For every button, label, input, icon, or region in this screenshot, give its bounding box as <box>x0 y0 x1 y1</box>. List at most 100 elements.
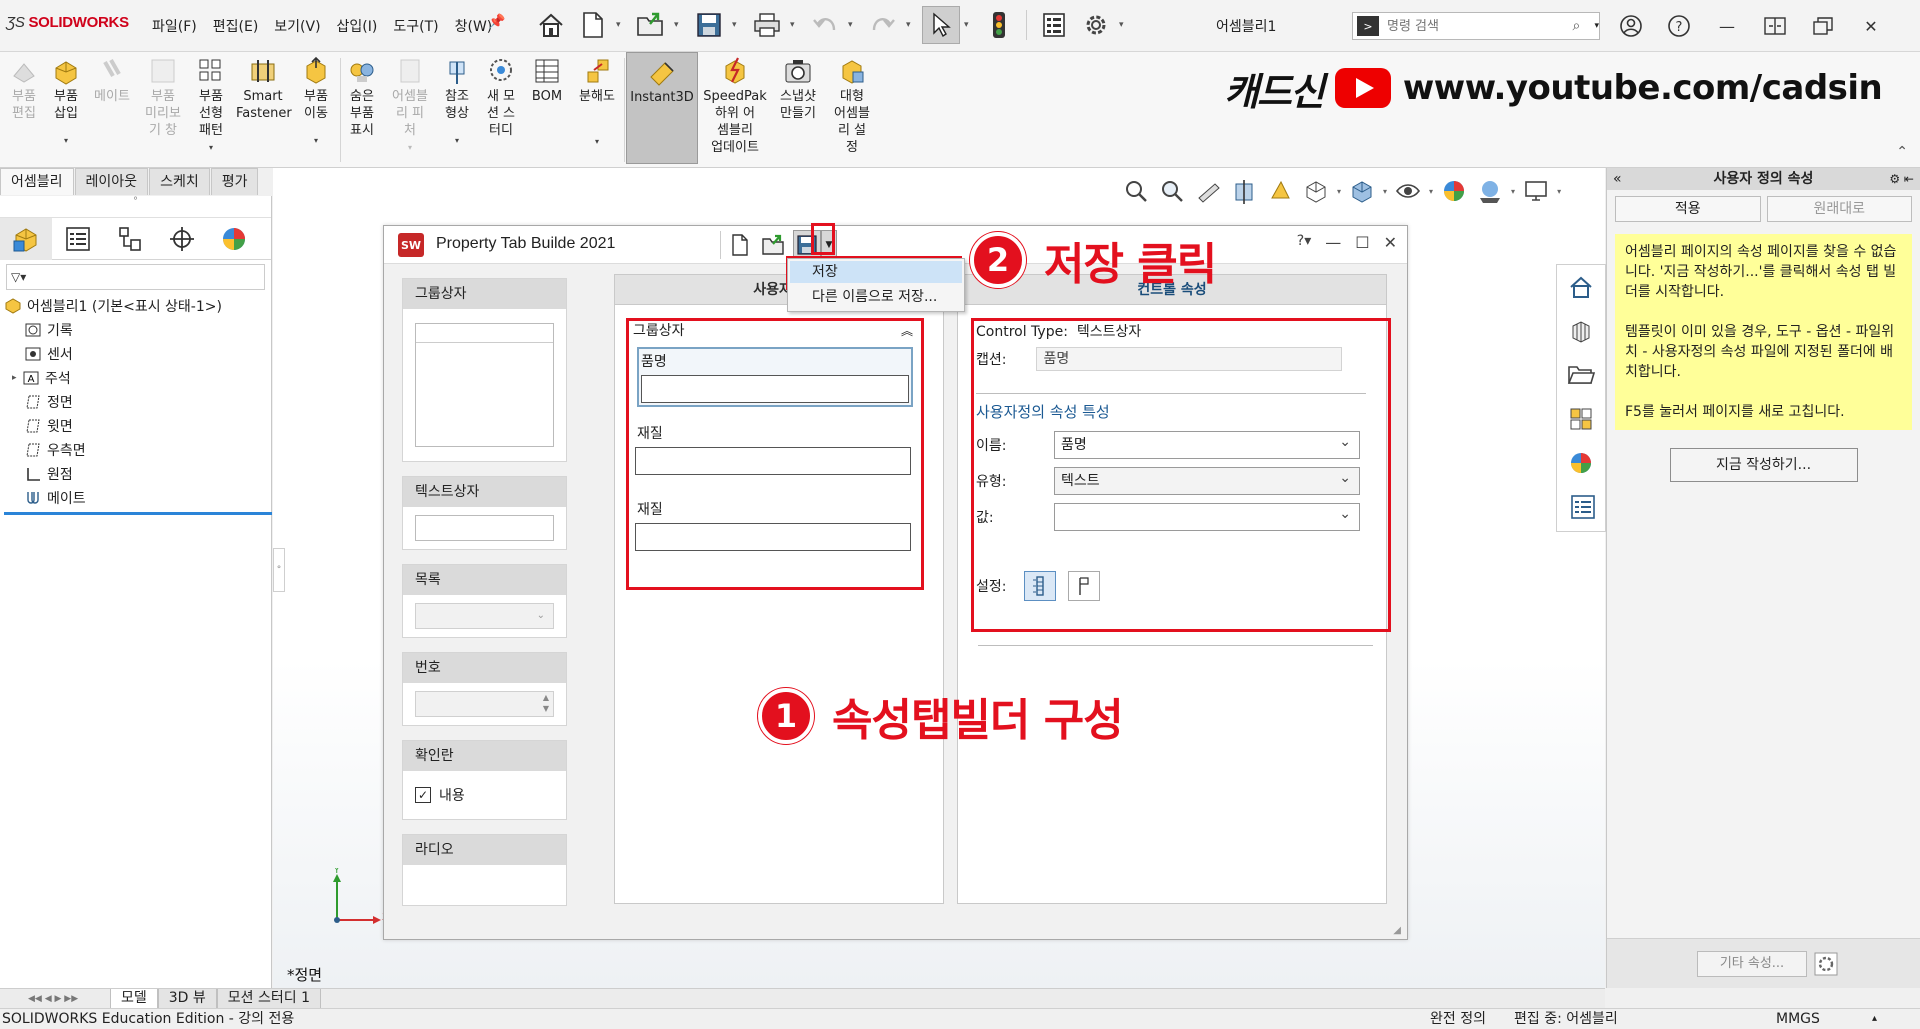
palette-radio[interactable]: 라디오 <box>402 834 567 906</box>
palette-number[interactable]: 번호 ▲ ▼ <box>402 652 567 726</box>
type-select[interactable]: 텍스트 <box>1054 465 1360 495</box>
home-icon[interactable] <box>532 6 570 44</box>
minimize-icon[interactable]: — <box>1710 10 1744 42</box>
smart-fastener-button[interactable]: Smart Fastener <box>236 56 292 122</box>
ptb-save-icon[interactable] <box>793 230 821 260</box>
select-cursor-icon[interactable] <box>922 6 960 44</box>
rebuild-traffic-light-icon[interactable] <box>980 6 1018 44</box>
user-account-icon[interactable] <box>1614 10 1648 42</box>
tree-item-mates[interactable]: 메이트 <box>4 486 271 510</box>
design-library-icon[interactable] <box>1557 309 1605 353</box>
file-properties-icon[interactable] <box>1035 6 1073 44</box>
new-motion-study-button[interactable]: 새 모 션 스 터디 <box>484 56 518 139</box>
tree-root-assembly[interactable]: 어셈블리1 (기본<표시 상태-1>) <box>4 294 271 318</box>
tab-evaluate[interactable]: 평가 <box>210 168 259 195</box>
expand-arrow-icon[interactable]: ▸ <box>12 373 22 383</box>
insert-component-button[interactable]: 부품 삽입 ▾ <box>46 56 86 149</box>
property-settings-icon[interactable] <box>1813 951 1839 977</box>
open-dropdown[interactable]: ▾ <box>674 20 686 30</box>
collapse-panel-icon[interactable]: « <box>1613 168 1622 190</box>
field-input[interactable] <box>635 523 911 551</box>
display-style-icon[interactable] <box>1347 176 1377 206</box>
revert-button[interactable]: 원래대로 <box>1766 196 1912 222</box>
tab-assembly[interactable]: 어셈블리 <box>0 168 74 195</box>
tree-filter[interactable]: ▽▾ <box>6 264 265 290</box>
reference-geometry-dropdown[interactable]: ▾ <box>440 132 474 149</box>
undo-icon[interactable] <box>806 6 844 44</box>
display-manager-icon[interactable] <box>208 218 260 260</box>
field-input[interactable] <box>641 375 909 403</box>
menu-file[interactable]: 파일(F) <box>144 16 205 36</box>
collapse-chevron-icon[interactable]: ︽ <box>901 319 913 343</box>
mate-button[interactable]: 메이트 <box>92 56 132 105</box>
custom-properties-icon[interactable] <box>1557 485 1605 529</box>
search-dropdown[interactable]: ▾ <box>1594 21 1599 31</box>
hide-show-items-icon[interactable] <box>1393 176 1423 206</box>
tree-item-origin[interactable]: 원점 <box>4 462 271 486</box>
show-hidden-components-button[interactable]: 숨은 부품 표시 <box>344 56 380 139</box>
display-style-dropdown[interactable]: ▾ <box>1383 187 1387 196</box>
groupbox-control[interactable]: 그룹상자 ︽ 품명 재질 재질 <box>625 319 921 581</box>
create-now-button[interactable]: 지금 작성하기... <box>1669 448 1858 482</box>
menu-insert[interactable]: 삽입(I) <box>329 16 386 36</box>
redo-dropdown[interactable]: ▾ <box>906 20 918 30</box>
textbox-field[interactable]: 재질 <box>635 497 911 551</box>
palette-list[interactable]: 목록 ⌄ <box>402 564 567 638</box>
instant3d-button[interactable]: Instant3D <box>626 52 698 164</box>
bom-button[interactable]: BOM <box>528 56 566 105</box>
resize-grip-icon[interactable]: ◢ <box>1393 925 1401 936</box>
close-icon[interactable]: ✕ <box>1854 10 1888 42</box>
new-dropdown[interactable]: ▾ <box>616 20 628 30</box>
exploded-view-dropdown[interactable]: ▾ <box>574 133 620 150</box>
panel-options-icon[interactable]: ⚙ ⇤ <box>1889 168 1914 190</box>
tab-sketch[interactable]: 스케치 <box>149 168 210 195</box>
search-icon[interactable]: ⌕ <box>1572 18 1594 34</box>
speedpak-update-button[interactable]: SpeedPak 하위 어 셈블리 업데이트 <box>702 56 768 156</box>
apply-scene-dropdown[interactable]: ▾ <box>1511 187 1515 196</box>
show-in-configuration-icon[interactable] <box>1024 571 1056 601</box>
assembly-features-button[interactable]: 어셈블 리 피 처 ▾ <box>388 56 432 156</box>
configuration-manager-icon[interactable] <box>104 218 156 260</box>
tree-item-sensors[interactable]: 센서 <box>4 342 271 366</box>
caption-input[interactable]: 품명 <box>1036 347 1343 371</box>
minimize-icon[interactable]: — <box>1325 233 1341 252</box>
tree-item-front-plane[interactable]: 정면 <box>4 390 271 414</box>
zoom-to-fit-icon[interactable] <box>1121 176 1151 206</box>
tab-motion-study[interactable]: 모션 스터디 1 <box>216 989 322 1009</box>
value-select[interactable] <box>1054 501 1360 531</box>
units-status[interactable]: MMGS <box>1776 1009 1820 1029</box>
palette-groupbox[interactable]: 그룹상자 <box>402 278 567 462</box>
restore-icon[interactable] <box>1806 10 1840 42</box>
flag-icon[interactable] <box>1068 571 1100 601</box>
apply-scene-icon[interactable] <box>1475 176 1505 206</box>
exploded-view-button[interactable]: 분해도 ▾ <box>574 56 620 150</box>
view-orientation-dropdown[interactable]: ▾ <box>1337 187 1341 196</box>
tab-navigation-arrows[interactable]: ◀◀ ◀ ▶ ▶▶ <box>0 989 110 1008</box>
view-orientation-icon[interactable] <box>1301 176 1331 206</box>
tree-item-history[interactable]: 기록 <box>4 318 271 342</box>
solidworks-resources-icon[interactable] <box>1557 265 1605 309</box>
edit-component-button[interactable]: 부품 편집 <box>6 56 42 122</box>
dimxpert-manager-icon[interactable] <box>156 218 208 260</box>
solidworks-logo[interactable]: ƷS SOLIDWORKS <box>6 14 129 31</box>
view-palette-icon[interactable] <box>1557 397 1605 441</box>
print-dropdown[interactable]: ▾ <box>790 20 802 30</box>
edit-appearance-icon[interactable] <box>1439 176 1469 206</box>
collapse-ribbon-icon[interactable]: ⌃ <box>1896 144 1908 160</box>
redo-icon[interactable] <box>864 6 902 44</box>
tree-item-right-plane[interactable]: 우측면 <box>4 438 271 462</box>
palette-textbox[interactable]: 텍스트상자 <box>402 476 567 550</box>
apply-button[interactable]: 적용 <box>1615 196 1761 222</box>
units-up-arrow-icon[interactable]: ▴ <box>1872 1009 1877 1029</box>
menu-edit[interactable]: 편집(E) <box>205 16 267 36</box>
hide-show-dropdown[interactable]: ▾ <box>1429 187 1433 196</box>
large-assembly-settings-button[interactable]: 대형 어셈블 리 설 정 <box>828 56 876 156</box>
tab-model[interactable]: 모델 <box>110 989 158 1009</box>
panel-grip[interactable]: ° <box>0 196 271 218</box>
textbox-field-selected[interactable]: 품명 <box>637 347 913 407</box>
tile-windows-icon[interactable] <box>1758 10 1792 42</box>
tree-item-annotations[interactable]: ▸ A 주석 <box>4 366 271 390</box>
maximize-icon[interactable]: ☐ <box>1355 233 1369 252</box>
move-component-button[interactable]: 부품 이동 ▾ <box>298 56 334 149</box>
component-preview-button[interactable]: 부품 미리보 기 창 <box>142 56 184 139</box>
